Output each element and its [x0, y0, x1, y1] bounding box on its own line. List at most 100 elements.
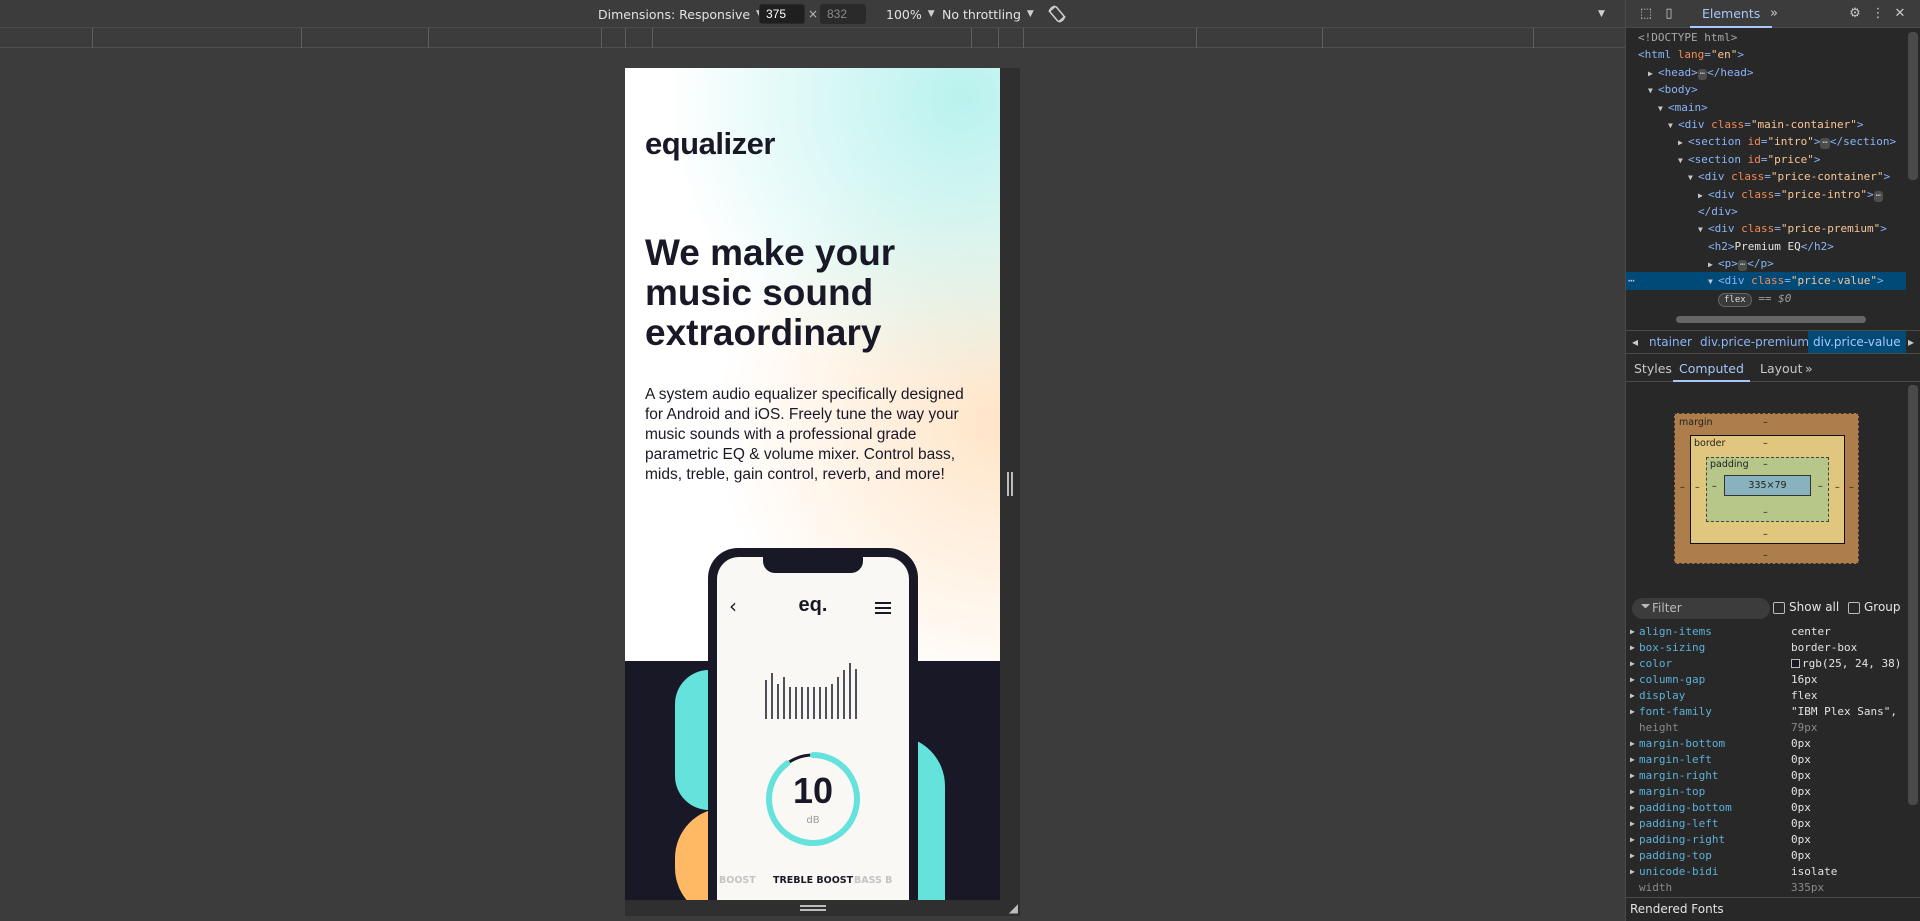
zoom-dropdown[interactable]: 100% ▼ — [886, 0, 935, 28]
computed-property-row[interactable]: ▶ column-gap 16px — [1626, 672, 1906, 688]
viewport-right-resizer[interactable] — [1000, 68, 1020, 900]
expand-triangle-icon[interactable]: ▶ — [1630, 752, 1635, 768]
computed-property-row[interactable]: ▶ align-items center — [1626, 624, 1906, 640]
dom-node-line[interactable]: ▼ <main> — [1626, 99, 1906, 116]
mode-treble-boost[interactable]: TREBLE BOOST — [773, 875, 853, 886]
more-sidebar-tabs-icon[interactable]: » — [1805, 356, 1813, 382]
computed-property-row[interactable]: ▶ unicode-bidi isolate — [1626, 864, 1906, 880]
more-options-button[interactable]: ▼ — [1598, 0, 1605, 28]
show-all-checkbox[interactable] — [1773, 602, 1785, 614]
computed-property-row[interactable]: ▶ padding-left 0px — [1626, 816, 1906, 832]
margin-top-value: – — [1763, 417, 1768, 428]
expand-triangle-icon[interactable]: ▶ — [1630, 832, 1635, 848]
more-tabs-icon[interactable]: » — [1766, 6, 1782, 22]
dom-tree-scrollbar[interactable] — [1908, 32, 1918, 180]
emulated-viewport[interactable]: equalizer We make your music sound extra… — [625, 68, 1000, 900]
expand-triangle-icon[interactable]: ▶ — [1630, 816, 1635, 832]
media-query-ruler[interactable] — [0, 28, 1625, 48]
breadcrumb-item[interactable]: div.price-premium — [1700, 331, 1809, 353]
expand-triangle-icon[interactable]: ▶ — [1630, 800, 1635, 816]
dom-node-line[interactable]: ▼ <div class="price-premium"> — [1626, 220, 1906, 237]
site-logo[interactable]: equalizer — [645, 126, 775, 162]
dom-node-line[interactable]: flex == $0 — [1626, 290, 1906, 307]
computed-property-row[interactable]: ▶ box-sizing border-box — [1626, 640, 1906, 656]
mode-bass-boost[interactable]: BASS B — [854, 875, 892, 886]
computed-property-row[interactable]: ▶ padding-right 0px — [1626, 832, 1906, 848]
expand-triangle-icon[interactable]: ▶ — [1630, 688, 1635, 704]
border-right-value: – — [1835, 482, 1840, 493]
expand-triangle-icon[interactable]: ▶ — [1630, 864, 1635, 880]
expand-triangle-icon[interactable]: ▶ — [1630, 656, 1635, 672]
viewport-bottom-resizer[interactable]: ◢ — [625, 900, 1020, 916]
computed-properties-list[interactable]: ▶ align-items center ▶ box-sizing border-box ▶… — [1626, 624, 1906, 896]
dom-node-line[interactable]: <h2>Premium EQ</h2> — [1626, 238, 1906, 255]
tab-styles[interactable]: Styles — [1634, 356, 1672, 382]
rendered-fonts-section[interactable]: Rendered Fonts — [1626, 897, 1920, 921]
dom-token: </head> — [1707, 65, 1754, 79]
dom-node-line[interactable]: ⋯ ▼ <div class="price-value"> — [1626, 272, 1906, 290]
height-input[interactable] — [820, 4, 866, 24]
dom-node-line[interactable]: ▶ <head> ⋯ </head> — [1626, 64, 1906, 81]
computed-property-row[interactable]: height 79px — [1626, 720, 1906, 736]
width-input[interactable] — [759, 4, 805, 24]
box-model-border[interactable]: border – – – – padding – – – – 335×79 — [1690, 435, 1845, 544]
mode-boost[interactable]: BOOST — [719, 875, 756, 886]
dom-node-line[interactable]: ▶ <div class="price-intro"> ⋯ — [1626, 186, 1906, 203]
group-checkbox[interactable] — [1848, 602, 1860, 614]
dom-node-line[interactable]: <html lang="en"> — [1626, 46, 1906, 63]
throttling-dropdown[interactable]: No throttling ▼ — [942, 0, 1034, 28]
computed-property-row[interactable]: ▶ margin-left 0px — [1626, 752, 1906, 768]
box-model-margin[interactable]: margin – – – – border – – – – padding – … — [1674, 413, 1859, 564]
corner-resize-icon[interactable]: ◢ — [1009, 901, 1018, 915]
scrollbar-thumb[interactable] — [1676, 316, 1866, 323]
dom-node-line[interactable]: ▼ <div class="main-container"> — [1626, 116, 1906, 133]
dom-tree[interactable]: <!DOCTYPE html> <html lang="en"> ▶ <head> ⋯ <… — [1626, 29, 1906, 312]
computed-property-row[interactable]: width 335px — [1626, 880, 1906, 896]
box-model-padding[interactable]: padding – – – – 335×79 — [1706, 457, 1829, 522]
computed-property-row[interactable]: ▶ padding-bottom 0px — [1626, 800, 1906, 816]
expand-triangle-icon[interactable]: ▶ — [1630, 768, 1635, 784]
dom-node-line[interactable]: </div> — [1626, 203, 1906, 220]
dom-token: "price" — [1767, 152, 1814, 166]
kebab-menu-icon[interactable]: ⋮ — [1870, 6, 1886, 22]
computed-property-row[interactable]: ▶ padding-top 0px — [1626, 848, 1906, 864]
tab-layout[interactable]: Layout — [1760, 356, 1803, 382]
computed-property-row[interactable]: ▶ color rgb(25, 24, 38) — [1626, 656, 1906, 672]
device-toolbar-icon[interactable]: ▯ — [1661, 6, 1677, 22]
expand-triangle-icon[interactable]: ▶ — [1630, 672, 1635, 688]
tab-computed[interactable]: Computed — [1673, 356, 1750, 382]
dimensions-dropdown[interactable]: Dimensions: Responsive ▼ — [598, 0, 763, 28]
dom-node-line[interactable]: ▶ <p> ⋯ </p> — [1626, 255, 1906, 272]
property-value: 16px — [1791, 673, 1818, 686]
breadcrumb-item-active[interactable]: div.price-value — [1808, 331, 1906, 353]
settings-gear-icon[interactable]: ⚙ — [1847, 6, 1863, 22]
computed-property-row[interactable]: ▶ display flex — [1626, 688, 1906, 704]
breadcrumb-right-icon[interactable]: ▸ — [1908, 331, 1914, 353]
breadcrumb-left-icon[interactable]: ◂ — [1632, 331, 1638, 353]
dom-node-line[interactable]: ▼ <body> — [1626, 81, 1906, 98]
color-swatch[interactable] — [1791, 659, 1800, 668]
computed-property-row[interactable]: ▶ font-family "IBM Plex Sans", — [1626, 704, 1906, 720]
expand-triangle-icon[interactable]: ▶ — [1630, 624, 1635, 640]
computed-property-row[interactable]: ▶ margin-top 0px — [1626, 784, 1906, 800]
computed-scrollbar[interactable] — [1908, 385, 1918, 805]
dom-node-line[interactable]: <!DOCTYPE html> — [1626, 29, 1906, 46]
filter-input[interactable]: Filter — [1632, 598, 1770, 619]
box-model-content[interactable]: 335×79 — [1724, 475, 1811, 496]
dom-node-line[interactable]: ▼ <div class="price-container"> — [1626, 168, 1906, 185]
computed-property-row[interactable]: ▶ margin-bottom 0px — [1626, 736, 1906, 752]
inspect-element-icon[interactable]: ⬚ — [1638, 6, 1654, 22]
rotate-button[interactable] — [1047, 0, 1067, 28]
expand-triangle-icon[interactable]: ▶ — [1630, 640, 1635, 656]
expand-triangle-icon[interactable]: ▶ — [1630, 736, 1635, 752]
dom-horizontal-scrollbar[interactable] — [1626, 312, 1906, 326]
dom-node-line[interactable]: ▶ <section id="intro"> ⋯ </section> — [1626, 133, 1906, 150]
expand-triangle-icon[interactable]: ▶ — [1630, 784, 1635, 800]
expand-triangle-icon[interactable]: ▶ — [1630, 848, 1635, 864]
computed-property-row[interactable]: ▶ margin-right 0px — [1626, 768, 1906, 784]
close-icon[interactable]: ✕ — [1892, 6, 1908, 22]
tab-elements[interactable]: Elements — [1690, 0, 1773, 28]
breadcrumb-item[interactable]: ntainer — [1649, 331, 1692, 353]
expand-triangle-icon[interactable]: ▶ — [1630, 704, 1635, 720]
dom-node-line[interactable]: ▼ <section id="price"> — [1626, 151, 1906, 168]
